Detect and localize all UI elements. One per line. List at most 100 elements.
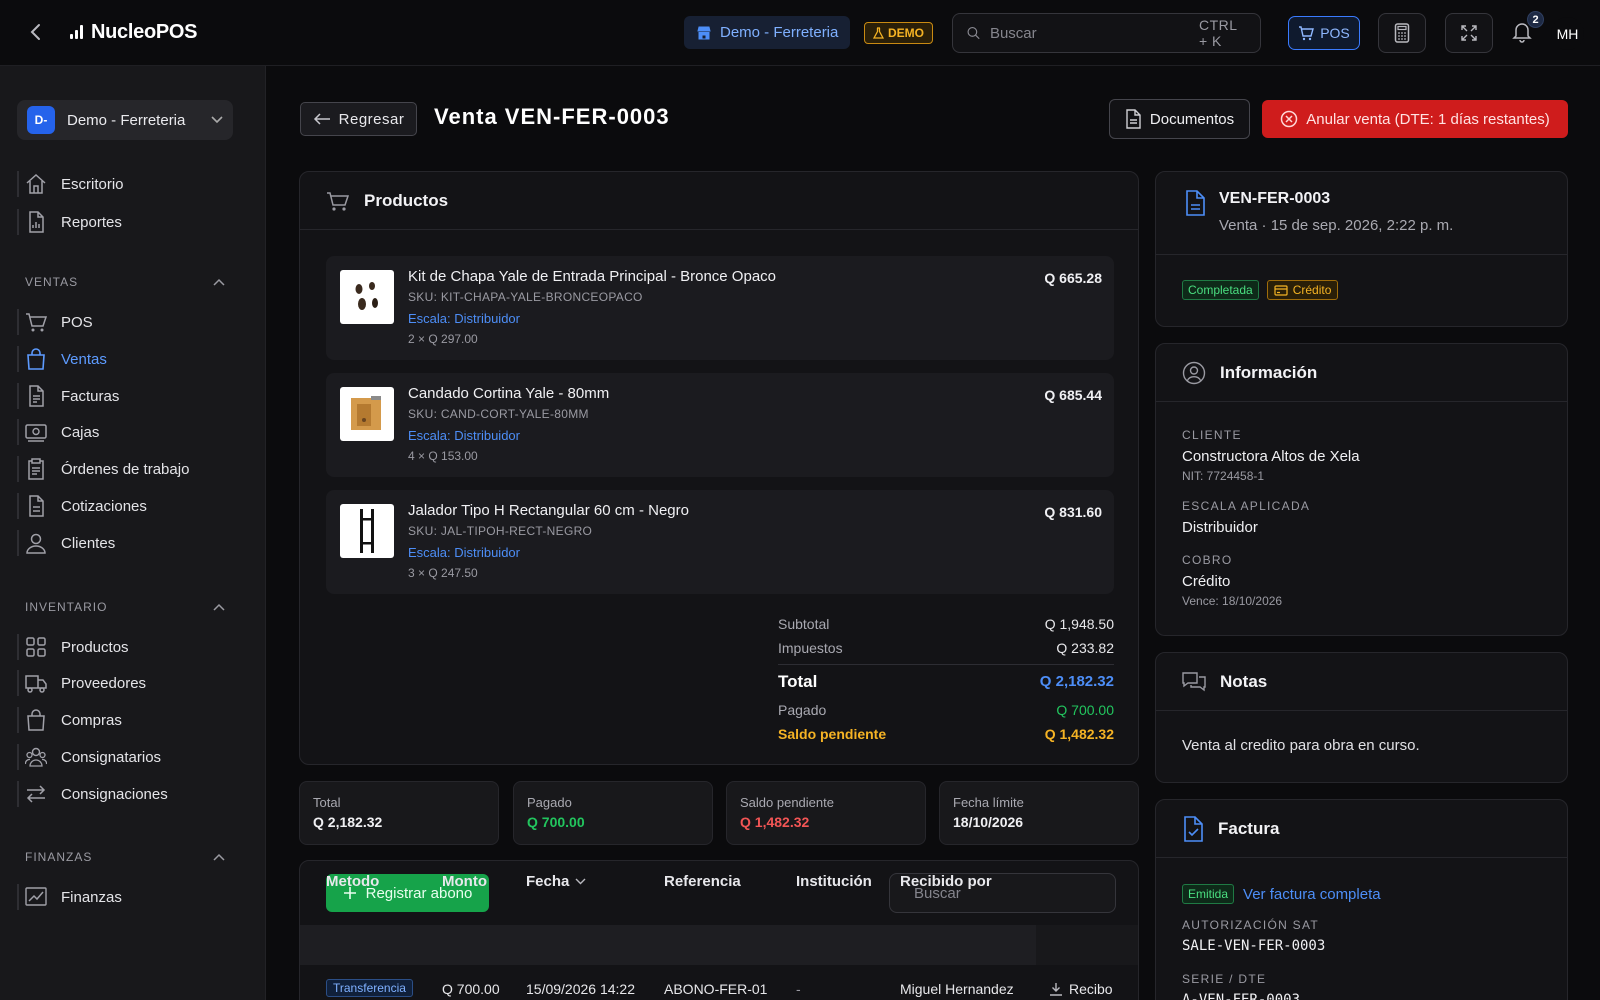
sidebar-item-finanzas[interactable]: Finanzas <box>17 881 233 913</box>
sat-auth-field: AUTORIZACIÓN SAT SALE-VEN-FER-0003 <box>1182 918 1326 954</box>
series-field: SERIE / DTE A-VEN-FER-0003 <box>1182 972 1301 1000</box>
chevron-up-icon <box>213 853 225 861</box>
notification-count: 2 <box>1527 11 1544 28</box>
sidebar-item-consignaciones[interactable]: Consignaciones <box>17 778 233 810</box>
view-invoice-link[interactable]: Ver factura completa <box>1243 886 1381 903</box>
global-search-input[interactable] <box>989 24 1189 42</box>
cart-icon <box>326 190 350 212</box>
fullscreen-button[interactable] <box>1445 13 1493 53</box>
org-badge: D- <box>27 106 55 134</box>
column-received-by[interactable]: Recibido por <box>900 873 992 890</box>
cart-icon <box>1299 26 1315 41</box>
section-ventas[interactable]: VENTAS <box>25 272 225 292</box>
totals-summary: Subtotal Q 1,948.50 Impuestos Q 233.82 T… <box>778 612 1114 746</box>
pending-row: Saldo pendiente Q 1,482.32 <box>778 726 1114 742</box>
actions-column-header <box>1036 925 1138 965</box>
chevron-up-icon <box>213 278 225 286</box>
cart-icon <box>25 311 47 333</box>
tenant-name: Demo - Ferreteria <box>720 24 839 41</box>
products-header: Productos <box>300 172 1138 230</box>
product-row: Kit de Chapa Yale de Entrada Principal -… <box>326 256 1114 360</box>
close-circle-icon <box>1281 110 1298 128</box>
sidebar-item-ordenes[interactable]: Órdenes de trabajo <box>17 453 233 485</box>
expand-icon <box>1461 25 1477 41</box>
notifications-button[interactable]: 2 <box>1508 11 1544 46</box>
info-card: Información CLIENTE Constructora Altos d… <box>1155 343 1568 636</box>
payments-card: Registrar abono Metodo Monto Fecha Refer… <box>299 860 1139 1000</box>
paid-row: Pagado Q 700.00 <box>778 702 1114 718</box>
sidebar-item-pos[interactable]: POS <box>17 306 233 338</box>
sidebar-item-cajas[interactable]: Cajas <box>17 416 233 448</box>
sidebar-item-consignatarios[interactable]: Consignatarios <box>17 741 233 773</box>
chart-icon <box>25 886 47 908</box>
product-image-handle <box>340 504 394 558</box>
store-icon <box>697 26 711 39</box>
credit-card-icon <box>1274 284 1288 296</box>
sidebar-item-ventas[interactable]: Ventas <box>17 343 233 375</box>
sale-subtitle: Venta · 15 de sep. 2026, 2:22 p. m. <box>1219 217 1454 234</box>
pos-button[interactable]: POS <box>1288 16 1360 50</box>
documents-button[interactable]: Documentos <box>1109 99 1250 139</box>
tax-row: Impuestos Q 233.82 <box>778 640 1114 656</box>
search-icon <box>967 27 980 40</box>
back-button[interactable]: Regresar <box>300 102 417 136</box>
sidebar-item-clientes[interactable]: Clientes <box>17 527 233 559</box>
client-field: CLIENTE Constructora Altos de Xela NIT: … <box>1182 428 1360 483</box>
sidebar-item-proveedores[interactable]: Proveedores <box>17 667 233 699</box>
global-search[interactable]: CTRL + K <box>952 13 1261 53</box>
product-row: Jalador Tipo H Rectangular 60 cm - Negro… <box>326 490 1114 594</box>
payment-date: 15/09/2026 14:22 <box>526 981 635 997</box>
status-badge: Completada <box>1182 280 1259 300</box>
brand-name: NucleoPOS <box>91 20 198 43</box>
invoice-header: Factura <box>1156 800 1567 858</box>
section-inventario[interactable]: INVENTARIO <box>25 597 225 617</box>
column-method[interactable]: Metodo <box>326 873 379 890</box>
truck-icon <box>25 672 47 694</box>
tenant-selector[interactable]: Demo - Ferreteria <box>684 16 851 49</box>
collection-field: COBRO Crédito Vence: 18/10/2026 <box>1182 553 1283 608</box>
column-reference[interactable]: Referencia <box>664 873 741 890</box>
sidebar-item-productos[interactable]: Productos <box>17 631 233 663</box>
invoice-icon <box>25 385 47 407</box>
chevron-up-icon <box>213 603 225 611</box>
search-shortcut: CTRL + K <box>1198 17 1237 49</box>
receipt-button[interactable]: Recibo <box>1049 981 1113 997</box>
swap-icon <box>25 783 47 805</box>
status-badges: Completada Crédito <box>1182 280 1339 300</box>
column-date[interactable]: Fecha <box>526 873 586 890</box>
invoice-status-row: Emitida Ver factura completa <box>1182 884 1381 904</box>
user-circle-icon <box>1182 361 1206 385</box>
sidebar-item-escritorio[interactable]: Escritorio <box>17 168 233 200</box>
chevron-down-icon <box>575 878 586 885</box>
sidebar-item-reportes[interactable]: Reportes <box>17 206 233 238</box>
scale-field: ESCALA APLICADA Distribuidor <box>1182 499 1311 536</box>
org-switcher[interactable]: D- Demo - Ferreteria <box>17 100 233 140</box>
column-institution[interactable]: Institución <box>796 873 872 890</box>
section-finanzas[interactable]: FINANZAS <box>25 847 225 867</box>
stat-due-date: Fecha límite 18/10/2026 <box>939 781 1139 845</box>
avatar[interactable]: MH <box>1551 17 1584 50</box>
quote-icon <box>25 495 47 517</box>
document-icon <box>1126 109 1141 129</box>
column-amount[interactable]: Monto <box>442 873 487 890</box>
void-sale-button[interactable]: Anular venta (DTE: 1 días restantes) <box>1262 100 1568 138</box>
sidebar-item-compras[interactable]: Compras <box>17 704 233 736</box>
products-card: Productos Kit de Chapa Yale de Entrada P… <box>299 171 1139 765</box>
product-image-door-lock <box>340 270 394 324</box>
chevron-left-icon[interactable] <box>24 20 48 44</box>
payment-type-badge: Crédito <box>1266 280 1339 300</box>
arrow-left-icon <box>313 113 330 125</box>
org-name: Demo - Ferreteria <box>67 111 186 129</box>
demo-badge: DEMO <box>864 22 933 44</box>
cash-register-icon <box>25 421 47 443</box>
invoice-status-badge: Emitida <box>1182 884 1235 904</box>
payments-table-header <box>300 925 1138 965</box>
payment-institution: - <box>796 981 801 997</box>
brand-logo[interactable]: NucleoPOS <box>70 18 198 46</box>
sidebar-item-cotizaciones[interactable]: Cotizaciones <box>17 490 233 522</box>
calculator-icon <box>1394 23 1410 43</box>
file-icon <box>1186 190 1205 216</box>
subtotal-row: Subtotal Q 1,948.50 <box>778 616 1114 632</box>
sidebar-item-facturas[interactable]: Facturas <box>17 380 233 412</box>
calculator-button[interactable] <box>1378 13 1426 53</box>
